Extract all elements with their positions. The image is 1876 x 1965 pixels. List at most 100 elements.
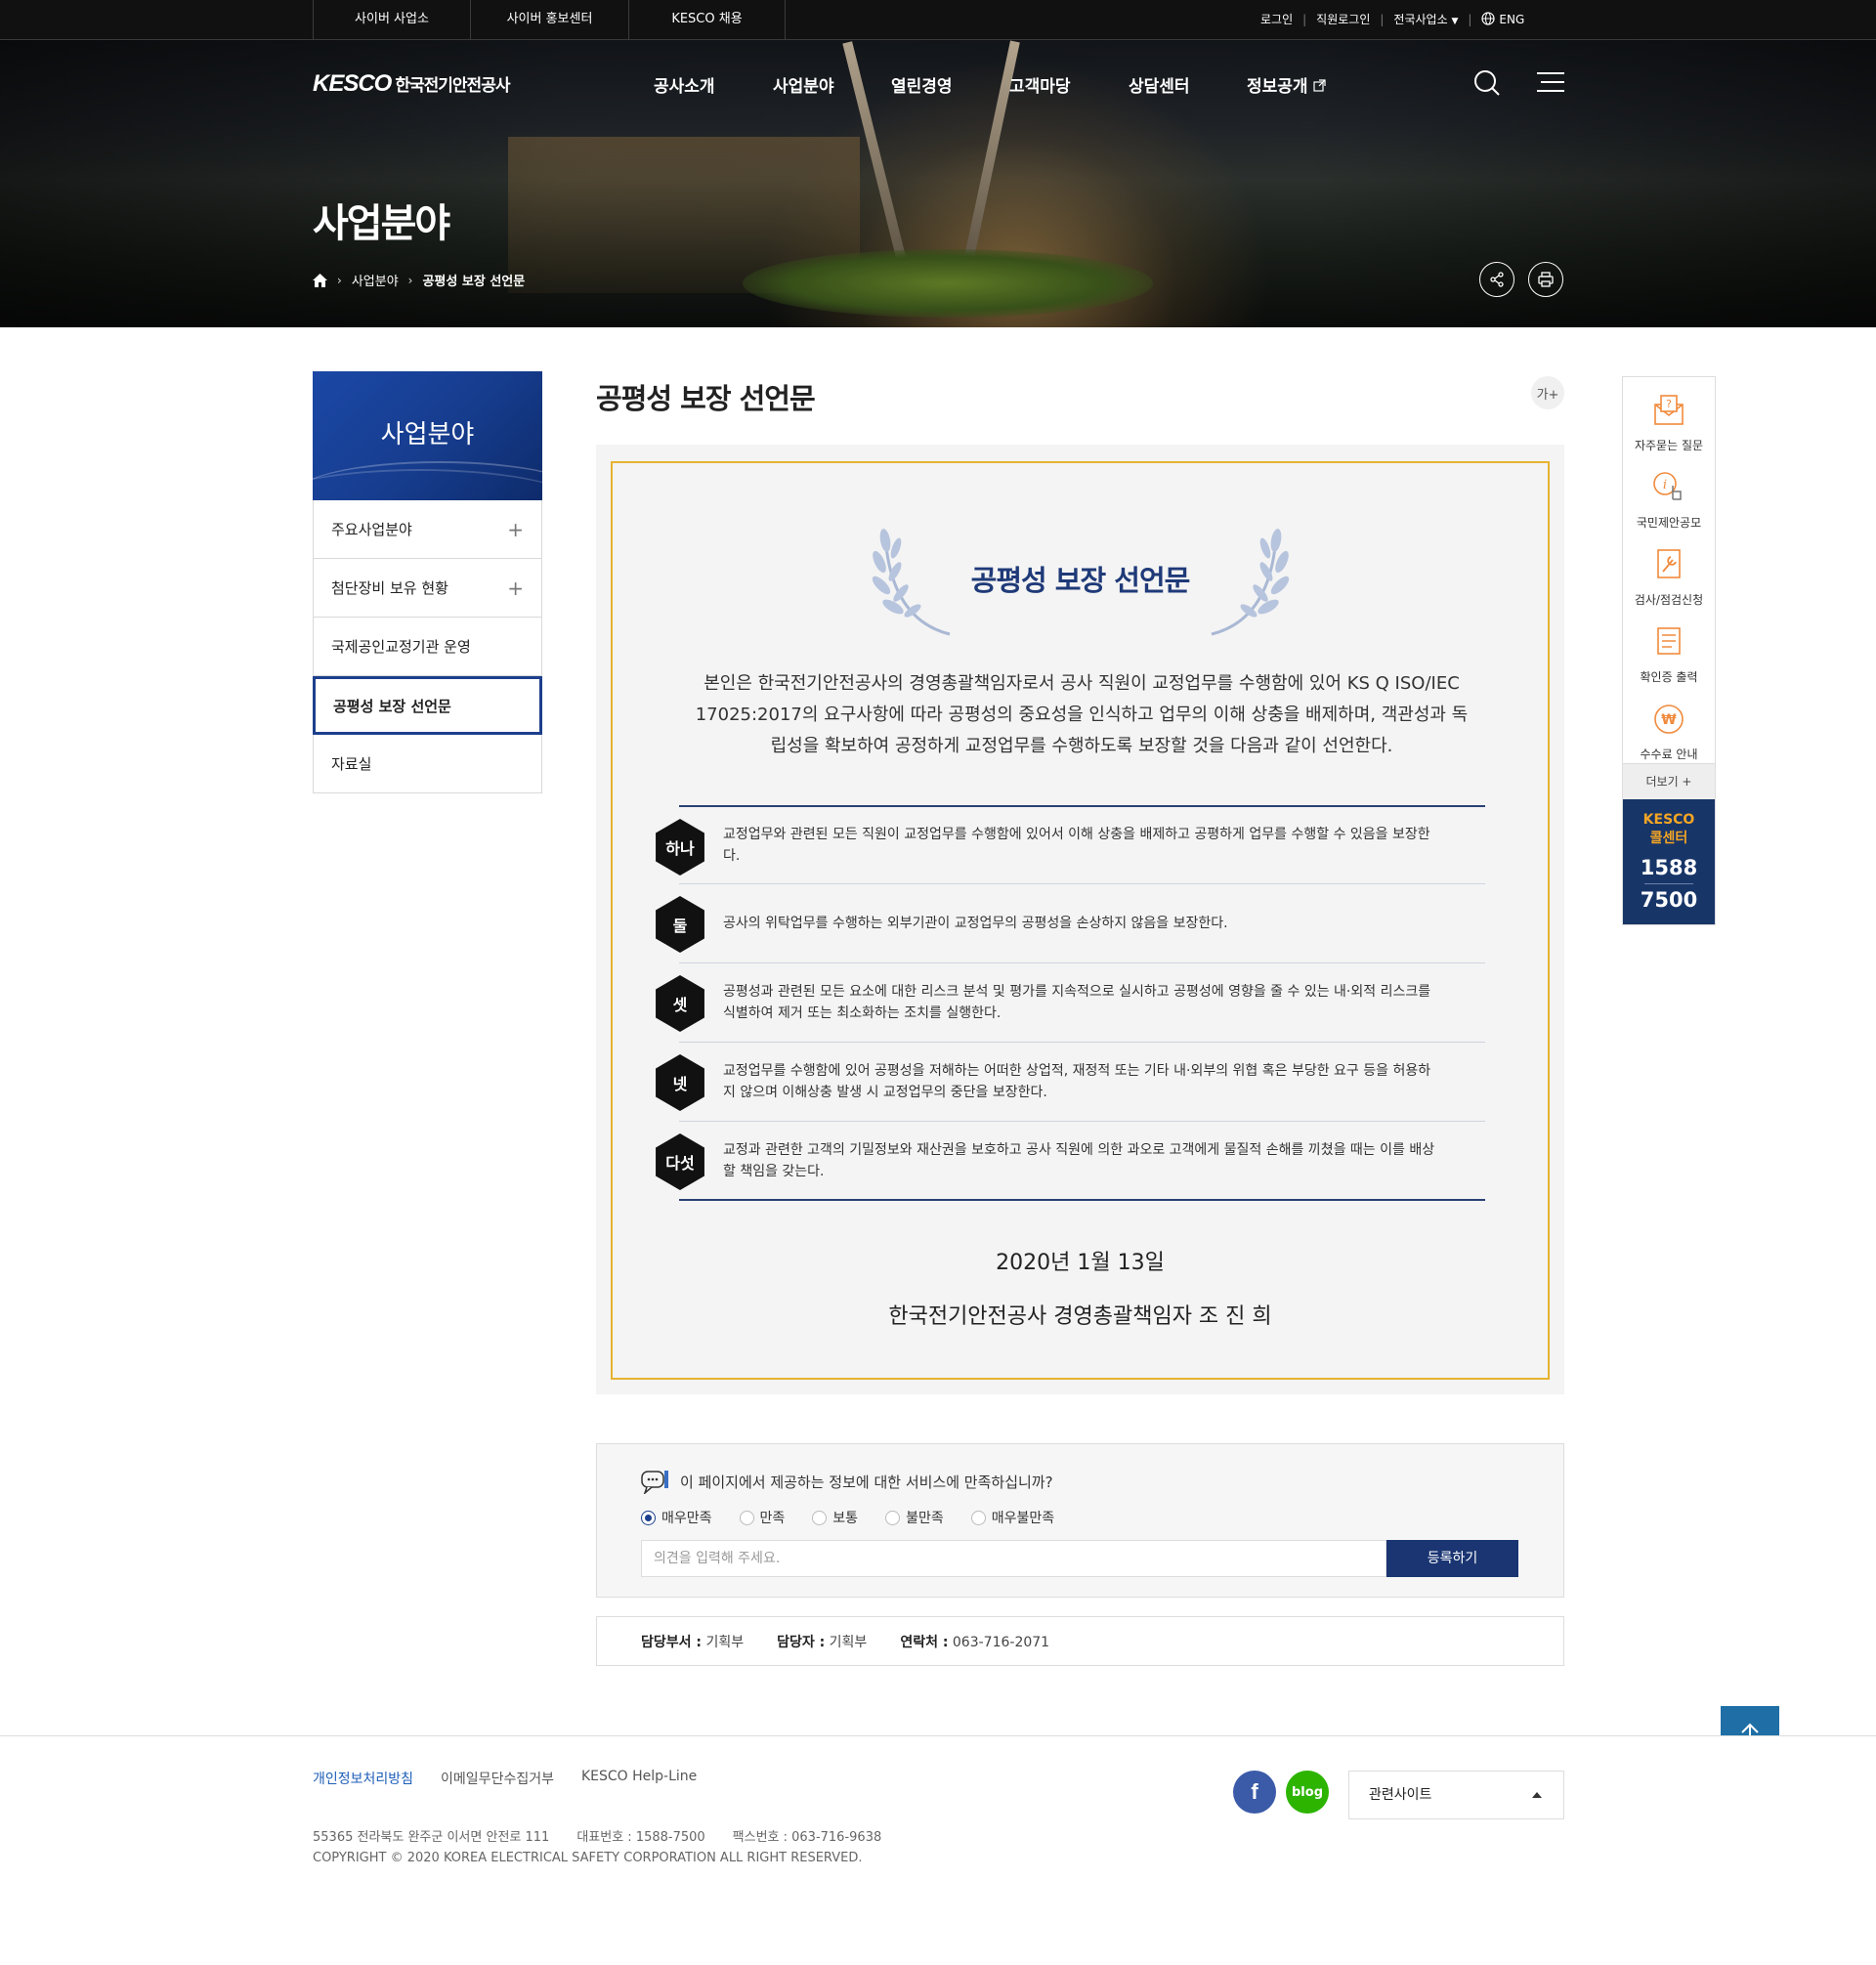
login-link[interactable]: 로그인	[1260, 13, 1293, 26]
quick-faq[interactable]: ? 자주묻는 질문	[1623, 377, 1715, 454]
declaration-frame: 공평성 보장 선언문 본인은 한국전기안전공사의 경영총괄책임자로서 공사 직원…	[611, 461, 1550, 1380]
site-logo[interactable]: KESCO 한국전기안전공사	[313, 70, 510, 98]
declaration-list: 하나 교정업무와 관련된 모든 직원이 교정업무를 수행함에 있어서 이해 상충…	[656, 805, 1485, 1201]
hero-shade	[0, 0, 1876, 327]
svg-text:₩: ₩	[1661, 712, 1677, 728]
facebook-icon[interactable]: f	[1233, 1771, 1276, 1814]
won-coin-icon: ₩	[1654, 705, 1684, 734]
manager-dept: 담당부서 : 기획부	[641, 1634, 745, 1650]
page-manager-info: 담당부서 : 기획부 담당자 : 기획부 연락처 : 063-716-2071	[596, 1616, 1564, 1666]
offices-dropdown[interactable]: 전국사업소 ▼	[1393, 13, 1458, 26]
gnb-menu-business[interactable]: 사업분야	[773, 72, 834, 97]
survey-option-very-satisfied[interactable]: 매우만족	[641, 1508, 712, 1527]
document-list-icon	[1657, 627, 1681, 655]
manager-person: 담당자 : 기획부	[777, 1634, 868, 1650]
side-nav-item-equipment[interactable]: 첨단장비 보유 현황 +	[313, 559, 542, 618]
gnb-menu-about[interactable]: 공사소개	[654, 72, 715, 97]
declaration-date: 2020년 1월 13일	[996, 1251, 1165, 1275]
survey-option-very-dissatisfied[interactable]: 매우불만족	[970, 1508, 1054, 1527]
breadcrumb: › 사업분야 › 공평성 보장 선언문	[313, 271, 525, 289]
survey-option-dissatisfied[interactable]: 불만족	[885, 1508, 944, 1527]
helpline-link[interactable]: KESCO Help-Line	[581, 1769, 697, 1788]
quick-fee[interactable]: ₩ 수수료 안내	[1623, 686, 1715, 763]
plus-icon: +	[507, 576, 524, 600]
call-center: KESCO 콜센터 1588 7500	[1623, 799, 1715, 924]
gnb-menu-consult[interactable]: 상담센터	[1129, 72, 1190, 97]
print-icon	[1538, 272, 1554, 287]
external-link-icon	[1313, 79, 1327, 92]
top-utility-bar: 사이버 사업소 사이버 홍보센터 KESCO 채용 로그인 | 직원로그인 | 전국사업…	[0, 0, 1876, 40]
svg-text:?: ?	[1666, 398, 1672, 410]
quick-inspection[interactable]: 검사/점검신청	[1623, 532, 1715, 609]
declaration-item: 둘 공사의 위탁업무를 수행하는 외부기관이 교정업무의 공평성을 손상하지 않…	[656, 884, 1485, 963]
home-icon[interactable]	[313, 273, 327, 287]
email-refusal-link[interactable]: 이메일무단수집거부	[441, 1769, 554, 1788]
gnb-menu-customer[interactable]: 고객마당	[1009, 72, 1071, 97]
gnb-menu-management[interactable]: 열린경영	[891, 72, 953, 97]
related-sites-dropdown[interactable]: 관련사이트	[1348, 1771, 1564, 1819]
utility-links: 로그인 | 직원로그인 | 전국사업소 ▼ | ENG	[1260, 12, 1525, 26]
opinion-input[interactable]: 의견을 입력해 주세요.	[641, 1540, 1386, 1577]
item-text: 교정과 관련한 고객의 기밀정보와 재산권을 보호하고 공사 직원에 의한 과오…	[723, 1141, 1435, 1179]
side-nav-item-archive[interactable]: 자료실	[313, 735, 542, 793]
gnb-menu-disclosure[interactable]: 정보공개	[1247, 72, 1327, 97]
survey-option-neutral[interactable]: 보통	[812, 1508, 858, 1527]
declaration-item: 셋 공평성과 관련된 모든 요소에 대한 리스크 분석 및 평가를 지속적으로 …	[656, 963, 1485, 1043]
copyright: COPYRIGHT © 2020 KOREA ELECTRICAL SAFETY…	[313, 1851, 863, 1865]
chat-bubble-icon	[641, 1471, 668, 1494]
quick-menu: ? 자주묻는 질문 i 국민제안공모 검사/점검신청 확인증 출력 ₩ 수수료 …	[1622, 376, 1716, 925]
item-text: 공평성과 관련된 모든 요소에 대한 리스크 분석 및 평가를 지속적으로 실시…	[723, 984, 1431, 1021]
breadcrumb-item[interactable]: 사업분야	[352, 271, 399, 289]
side-nav-item-impartiality[interactable]: 공평성 보장 선언문	[313, 676, 542, 735]
side-navigation: 사업분야 주요사업분야 + 첨단장비 보유 현황 + 국제공인교정기관 운영 공평성…	[313, 371, 542, 793]
radio-button[interactable]	[885, 1510, 901, 1525]
language-link[interactable]: ENG	[1481, 12, 1524, 26]
share-icon	[1490, 272, 1504, 287]
quick-certificate[interactable]: 확인증 출력	[1623, 609, 1715, 686]
survey-question: 이 페이지에서 제공하는 정보에 대한 서비스에 만족하십니까?	[641, 1469, 1053, 1494]
submit-opinion-button[interactable]: 등록하기	[1386, 1540, 1518, 1577]
share-button[interactable]	[1479, 262, 1514, 297]
quick-proposal[interactable]: i 국민제안공모	[1623, 454, 1715, 532]
print-button[interactable]	[1528, 262, 1563, 297]
caret-up-icon	[1532, 1792, 1542, 1798]
side-nav-item-main-business[interactable]: 주요사업분야 +	[313, 500, 542, 559]
footer-address: 55365 전라북도 완주군 이서면 안전로 111 대표번호 : 1588-7…	[313, 1830, 882, 1845]
recruit-link[interactable]: KESCO 채용	[629, 0, 786, 39]
item-badge: 셋	[656, 975, 704, 1032]
declaration-heading: 공평성 보장 선언문	[970, 564, 1191, 597]
cyber-office-link[interactable]: 사이버 사업소	[313, 0, 471, 39]
search-icon[interactable]	[1473, 69, 1501, 101]
font-size-button[interactable]: 가+	[1531, 376, 1564, 409]
item-text: 교정업무와 관련된 모든 직원이 교정업무를 수행함에 있어서 이해 상충을 배…	[723, 827, 1430, 864]
side-nav-item-calibration[interactable]: 국제공인교정기관 운영	[313, 618, 542, 676]
quick-more-button[interactable]: 더보기 +	[1623, 763, 1715, 799]
footer: 개인정보처리방침 이메일무단수집거부 KESCO Help-Line 55365…	[0, 1735, 1876, 1965]
item-text: 공사의 위탁업무를 수행하는 외부기관이 교정업무의 공평성을 손상하지 않음을…	[723, 916, 1228, 931]
page-title: 사업분야	[313, 201, 450, 246]
radio-button[interactable]	[970, 1510, 986, 1525]
menu-icon[interactable]	[1537, 71, 1564, 97]
cyber-pr-link[interactable]: 사이버 홍보센터	[471, 0, 629, 39]
declaration-panel: 공평성 보장 선언문 본인은 한국전기안전공사의 경영총괄책임자로서 공사 직원…	[596, 445, 1564, 1394]
plus-icon: +	[507, 517, 524, 541]
declaration-signature: 한국전기안전공사 경영총괄책임자 조 진 희	[888, 1304, 1272, 1329]
item-badge: 둘	[656, 896, 704, 953]
radio-button[interactable]	[739, 1510, 754, 1525]
item-badge: 넷	[656, 1054, 704, 1111]
radio-button[interactable]	[812, 1510, 828, 1525]
breadcrumb-current: 공평성 보장 선언문	[422, 275, 526, 289]
privacy-policy-link[interactable]: 개인정보처리방침	[313, 1769, 413, 1788]
item-text: 교정업무를 수행함에 있어 공평성을 저해하는 어떠한 상업적, 재정적 또는 …	[723, 1063, 1431, 1100]
blog-icon[interactable]: blog	[1286, 1771, 1329, 1814]
side-nav-title: 사업분야	[313, 371, 542, 500]
declaration-item: 하나 교정업무와 관련된 모든 직원이 교정업무를 수행함에 있어서 이해 상충…	[656, 805, 1485, 884]
footer-links: 개인정보처리방침 이메일무단수집거부 KESCO Help-Line	[313, 1769, 697, 1788]
item-badge: 하나	[656, 819, 704, 876]
survey-option-satisfied[interactable]: 만족	[739, 1508, 785, 1527]
declaration-item: 다섯 교정과 관련한 고객의 기밀정보와 재산권을 보호하고 공사 직원에 의한…	[656, 1122, 1485, 1201]
radio-button[interactable]	[641, 1510, 656, 1525]
chevron-right-icon: ›	[337, 273, 342, 287]
content-title: 공평성 보장 선언문	[596, 382, 816, 415]
staff-login-link[interactable]: 직원로그인	[1316, 13, 1370, 26]
